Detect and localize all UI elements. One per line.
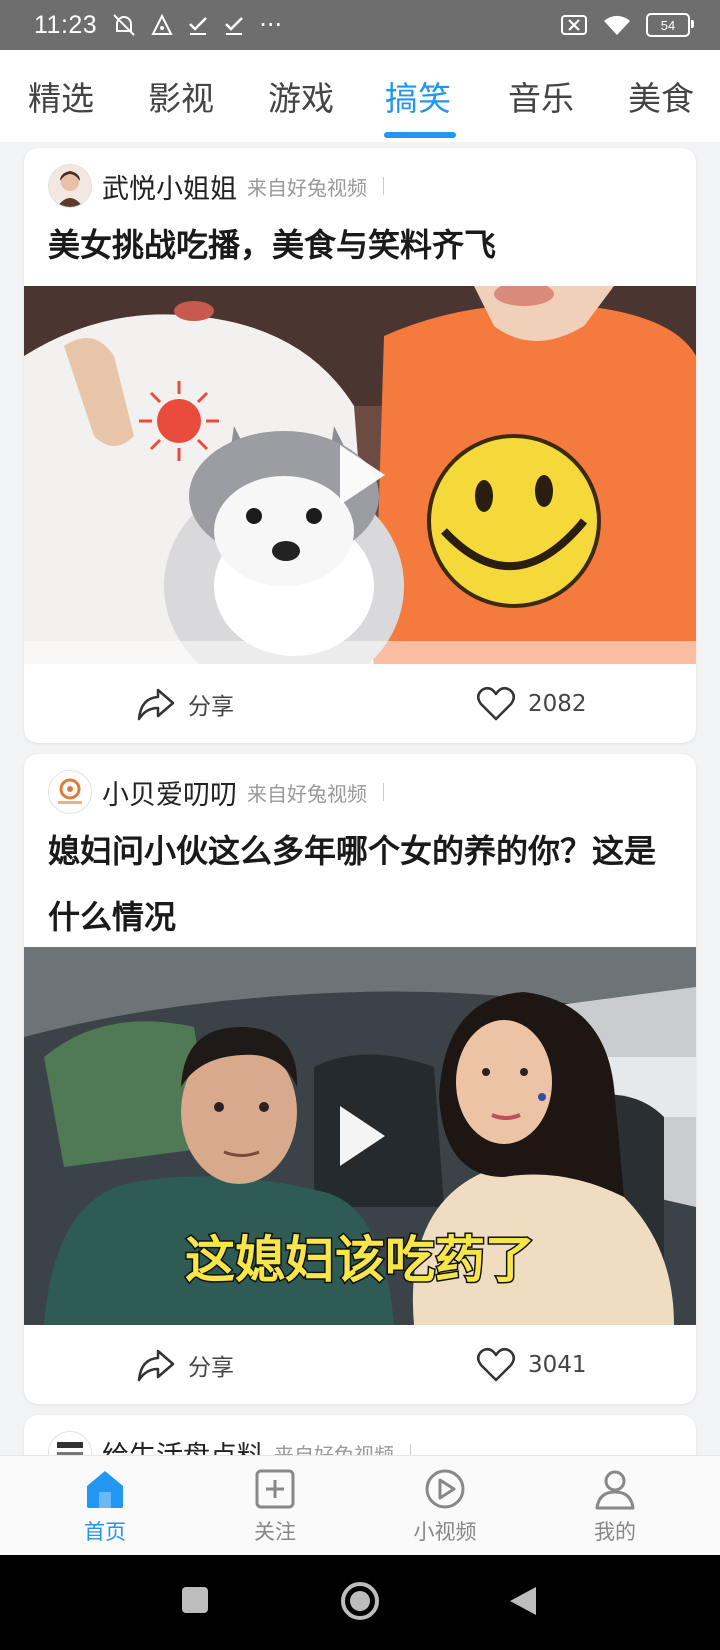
share-label: 分享: [188, 1355, 234, 1381]
card-header: 武悦小姐姐 来自好兔视频: [48, 164, 384, 208]
bottom-nav: 首页 关注 小视频 我的: [0, 1455, 720, 1556]
heart-icon: [477, 1347, 515, 1382]
plus-box-icon: [255, 1469, 295, 1509]
tab-film[interactable]: 影视: [148, 50, 214, 142]
person-icon: [595, 1470, 635, 1510]
nav-short-video-label: 小视频: [413, 1520, 477, 1544]
tab-featured[interactable]: 精选: [28, 50, 94, 142]
alarm-off-icon: [111, 12, 137, 38]
avatar[interactable]: [48, 770, 92, 814]
feed-card[interactable]: 武悦小姐姐 来自好兔视频 美女挑战吃播，美食与笑料齐飞 分享 2082: [24, 148, 696, 743]
card-header: 小贝爱叨叨 来自好兔视频: [48, 770, 384, 814]
divider: [383, 177, 384, 195]
play-icon: [340, 1106, 385, 1166]
active-tab-indicator: [384, 132, 456, 138]
wifi-icon: [602, 13, 632, 37]
home-icon: [87, 1471, 123, 1508]
check-icon: [223, 14, 245, 36]
status-bar: 11:23 ··· 54: [0, 0, 720, 50]
author-name[interactable]: 武悦小姐姐: [102, 167, 237, 206]
battery-icon: 54: [646, 13, 694, 37]
heart-icon: [477, 686, 515, 721]
back-icon[interactable]: [508, 1585, 538, 1617]
check-icon: [187, 14, 209, 36]
divider: [383, 783, 384, 801]
navigation-icon: [151, 14, 173, 36]
like-count: 2082: [528, 691, 587, 717]
nav-profile-label: 我的: [594, 1520, 636, 1544]
video-title[interactable]: 美女挑战吃播，美食与笑料齐飞: [48, 212, 672, 278]
recents-icon[interactable]: [180, 1585, 210, 1615]
share-icon: [137, 1349, 175, 1382]
share-label: 分享: [188, 694, 234, 720]
video-caption: 这媳妇该吃药了: [185, 1231, 535, 1289]
video-thumbnail[interactable]: 这媳妇该吃药了: [24, 947, 696, 1325]
tab-funny[interactable]: 搞笑: [385, 50, 451, 142]
clock: 11:23: [34, 10, 98, 39]
tab-music[interactable]: 音乐: [508, 50, 574, 142]
nav-short-video[interactable]: 小视频: [385, 1468, 505, 1546]
source-label: 来自好兔视频: [247, 175, 367, 200]
play-icon: [340, 445, 385, 505]
tab-food[interactable]: 美食: [628, 50, 694, 142]
video-title[interactable]: 媳妇问小伙这么多年哪个女的养的你？这是什么情况: [48, 818, 672, 950]
home-button-icon[interactable]: [340, 1581, 380, 1621]
close-box-icon: [560, 14, 588, 36]
card-actions: 分享 3041: [24, 1325, 696, 1404]
nav-home-label: 首页: [84, 1520, 126, 1544]
video-thumbnail[interactable]: [24, 286, 696, 664]
nav-profile[interactable]: 我的: [555, 1468, 675, 1546]
feed-card[interactable]: 小贝爱叨叨 来自好兔视频 媳妇问小伙这么多年哪个女的养的你？这是什么情况 这媳妇…: [24, 754, 696, 1404]
more-indicator: ···: [259, 11, 283, 39]
like-button[interactable]: 2082: [476, 664, 587, 743]
avatar[interactable]: [48, 164, 92, 208]
card-actions: 分享 2082: [24, 664, 696, 743]
author-name[interactable]: 小贝爱叨叨: [102, 773, 237, 812]
share-icon: [137, 688, 175, 721]
share-button[interactable]: 分享: [136, 1325, 234, 1404]
nav-home[interactable]: 首页: [45, 1468, 165, 1546]
tab-games[interactable]: 游戏: [268, 50, 334, 142]
system-nav-bar: [0, 1555, 720, 1650]
share-button[interactable]: 分享: [136, 664, 234, 743]
like-button[interactable]: 3041: [476, 1325, 587, 1404]
play-circle-icon: [425, 1469, 465, 1509]
like-count: 3041: [528, 1352, 587, 1378]
nav-follow[interactable]: 关注: [215, 1468, 335, 1546]
category-tabs: 精选 影视 游戏 搞笑 音乐 美食: [0, 50, 720, 142]
source-label: 来自好兔视频: [247, 781, 367, 806]
nav-follow-label: 关注: [254, 1520, 296, 1544]
